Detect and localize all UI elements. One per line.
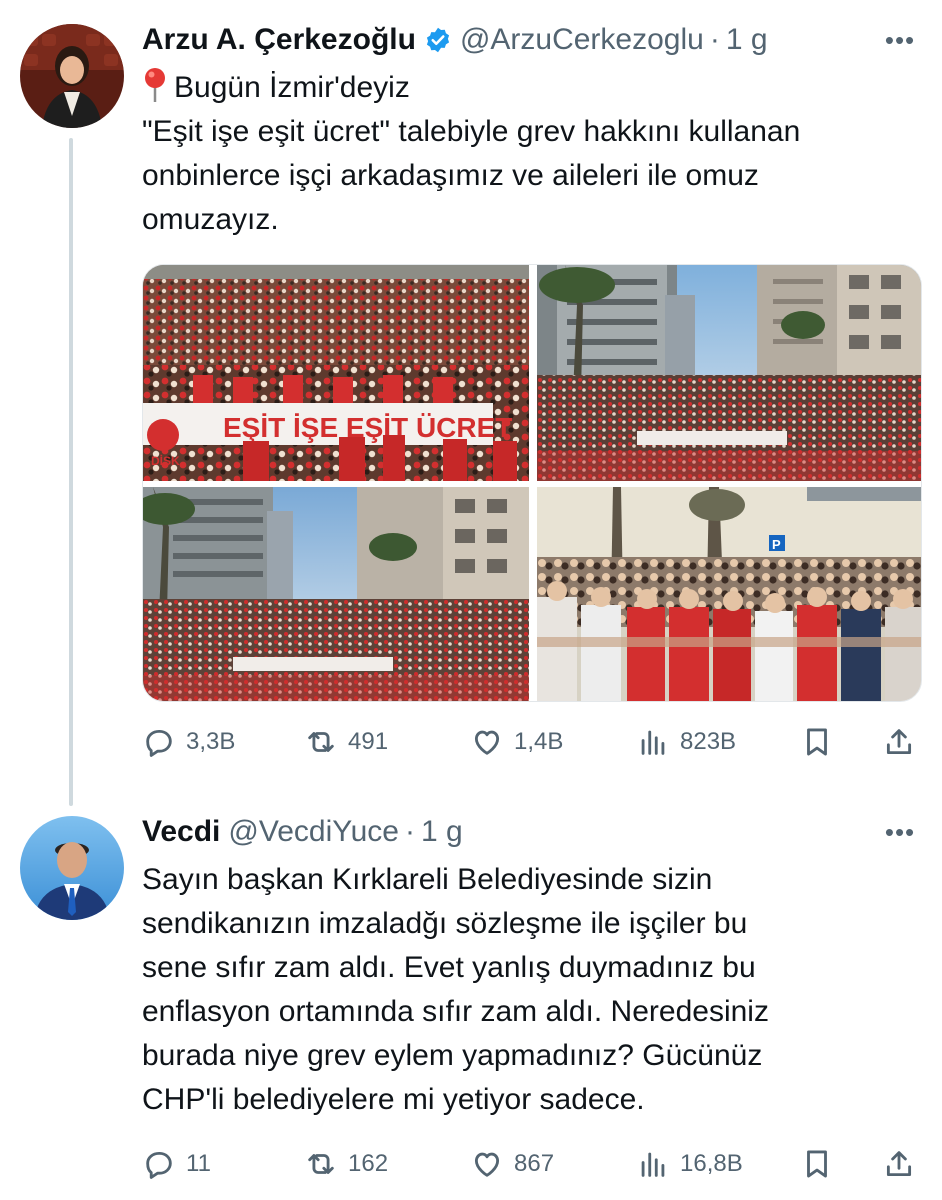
view-count: 16,8B (680, 1150, 743, 1177)
timestamp[interactable]: 1 g (726, 23, 768, 57)
share-button[interactable] (882, 725, 916, 759)
bookmark-icon (807, 728, 827, 756)
analytics-icon (641, 730, 665, 755)
like-count: 1,4B (514, 728, 564, 755)
view-count: 823B (680, 728, 737, 755)
tweet-actions: 3,3B 491 1,4B 823B (142, 720, 922, 764)
photo-arm-in-arm[interactable]: P (537, 487, 921, 701)
bookmark-icon (807, 1150, 827, 1178)
tweet-arzu[interactable]: Arzu A. Çerkezoğlu @ArzuCerkezoglu · 1 g… (0, 0, 942, 806)
retweet-button[interactable]: 162 (304, 1147, 388, 1181)
views-button[interactable]: 823B (636, 725, 736, 759)
reply-count: 11 (186, 1150, 211, 1177)
share-button[interactable] (882, 1147, 916, 1181)
verified-badge-icon (426, 27, 450, 53)
display-name[interactable]: Vecdi (142, 815, 220, 849)
bookmark-button[interactable] (800, 725, 834, 759)
tweet-text-first: Bugün İzmir'deyiz (174, 71, 410, 104)
handle[interactable]: @VecdiYuce (228, 815, 399, 849)
tweet-text-line: Sayın başkan Kırklareli Belediyesinde si… (142, 863, 713, 896)
tweet-text-line: enflasyon ortamında sıfır zam aldı. Nere… (142, 995, 769, 1028)
media-grid: EŞİT İŞE EŞİT ÜCRET DİSK P (142, 264, 922, 702)
heart-icon (474, 730, 500, 755)
parking-sign-text: P (772, 537, 781, 552)
avatar-vecdi[interactable] (20, 816, 124, 920)
retweet-button[interactable]: 491 (304, 725, 388, 759)
tweet-text-line: sendikanızın imzaladğı sözleşme ile işçi… (142, 907, 748, 940)
share-icon (886, 1151, 912, 1177)
share-icon (886, 729, 912, 755)
like-count: 867 (514, 1150, 555, 1177)
union-logo-text: DİSK (151, 453, 180, 468)
photo-street-crowd[interactable] (537, 265, 921, 481)
more-horizontal-icon[interactable]: ••• (880, 812, 920, 852)
like-button[interactable]: 867 (470, 1147, 554, 1181)
round-pushpin-icon (145, 68, 165, 102)
tweet-text: Bugün İzmir'deyiz "Eşit işe eşit ücret" … (142, 66, 932, 242)
heart-icon (474, 1152, 500, 1177)
reply-button[interactable]: 11 (142, 1147, 211, 1181)
tweet-header: Vecdi @VecdiYuce · 1 g (142, 812, 463, 852)
timestamp[interactable]: 1 g (421, 815, 463, 849)
tweet-vecdi[interactable]: Vecdi @VecdiYuce · 1 g ••• Sayın başkan … (0, 800, 942, 1200)
reply-icon (146, 1151, 172, 1179)
tweet-text-line: sene sıfır zam aldı. Evet yanlış duymadı… (142, 951, 756, 984)
more-horizontal-icon[interactable]: ••• (880, 20, 920, 60)
thread-line (69, 138, 73, 806)
retweet-count: 491 (348, 728, 389, 755)
views-button[interactable]: 16,8B (636, 1147, 743, 1181)
retweet-icon (308, 732, 334, 752)
tweet-actions: 11 162 867 16,8B (142, 1142, 922, 1186)
bookmark-button[interactable] (800, 1147, 834, 1181)
tweet-text-line: burada niye grev eylem yapmadınız? Gücün… (142, 1039, 763, 1072)
reply-button[interactable]: 3,3B (142, 725, 235, 759)
separator-dot: · (709, 23, 720, 56)
retweet-count: 162 (348, 1150, 389, 1177)
tweet-text-line: "Eşit işe eşit ücret" talebiyle grev hak… (142, 115, 801, 148)
tweet-text-line: onbinlerce işçi arkadaşımız ve aileleri … (142, 159, 759, 192)
avatar-arzu[interactable] (20, 24, 124, 128)
like-button[interactable]: 1,4B (470, 725, 563, 759)
banner-text: EŞİT İŞE EŞİT ÜCRET (223, 412, 512, 443)
retweet-icon (308, 1154, 334, 1174)
tweet-header: Arzu A. Çerkezoğlu @ArzuCerkezoglu · 1 g (142, 20, 768, 60)
reply-count: 3,3B (186, 728, 236, 755)
photo-crowd-banner[interactable]: EŞİT İŞE EŞİT ÜCRET DİSK (143, 265, 529, 481)
handle[interactable]: @ArzuCerkezoglu (460, 23, 704, 57)
tweet-text: Sayın başkan Kırklareli Belediyesinde si… (142, 858, 932, 1122)
analytics-icon (641, 1152, 665, 1177)
display-name[interactable]: Arzu A. Çerkezoğlu (142, 23, 416, 57)
separator-dot: · (404, 815, 415, 848)
tweet-text-line: omuzayız. (142, 203, 279, 236)
tweet-text-line: Bugün İzmir'deyiz (142, 66, 932, 110)
reply-icon (146, 729, 172, 757)
tweet-text-line: CHP'li belediyelere mi yetiyor sadece. (142, 1083, 645, 1116)
photo-street-wide[interactable] (143, 487, 529, 701)
